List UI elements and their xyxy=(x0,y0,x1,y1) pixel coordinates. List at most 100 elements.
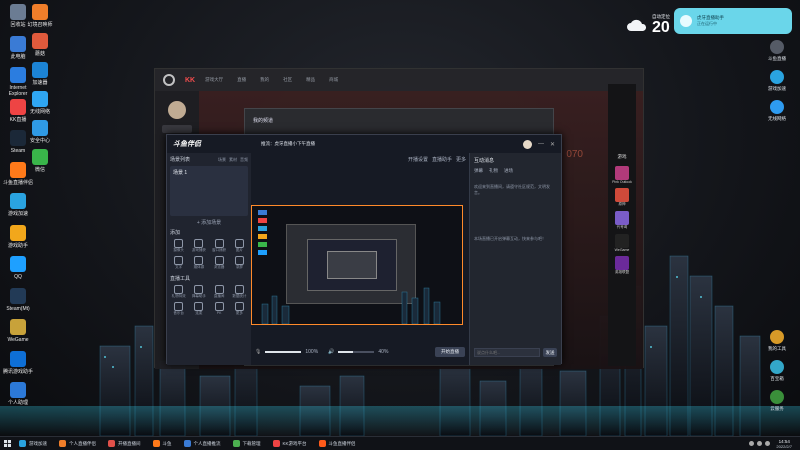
grid-tool[interactable]: 礼物特效 xyxy=(170,285,187,299)
dock-item[interactable]: 百宝箱 xyxy=(762,360,792,382)
desktop-icon[interactable]: 腾讯游戏助手 xyxy=(0,350,36,375)
desktop-icon-label: WeGame xyxy=(7,337,29,343)
desktop-icon-label: Steam(Mt) xyxy=(6,305,30,312)
action-more[interactable]: 更多 xyxy=(456,156,466,163)
desktop-icon[interactable]: 游戏助手 xyxy=(0,224,36,249)
grid-tool[interactable]: 音乐台 xyxy=(170,302,187,316)
taskbar-item[interactable]: 个人直播推流 xyxy=(179,438,226,450)
system-volume-slider[interactable] xyxy=(338,351,375,353)
desktop-icon[interactable]: 幻境召唤师 xyxy=(22,4,58,28)
desktop-icon[interactable]: 个人助理 xyxy=(0,382,36,406)
start-button[interactable] xyxy=(0,438,14,450)
mic-volume-slider[interactable] xyxy=(265,351,302,353)
desktop-icon-label: 个人助理 xyxy=(7,400,28,406)
clock[interactable]: 14:54 2022/2/7 xyxy=(776,439,792,449)
mic-icon[interactable]: 🎙 xyxy=(255,349,261,355)
desktop-icon[interactable]: 微信 xyxy=(22,149,58,173)
taskbar-item[interactable]: 下载管理 xyxy=(228,438,266,450)
grid-tool[interactable]: 图片 xyxy=(231,239,248,253)
desktop-icon-label: 加速器 xyxy=(32,80,48,86)
live-left-panel: 场景列表 场景 素材 音频 场景 1 + 添加场景 添加 摄像头 游戏捕获 窗口捕获 图片… xyxy=(167,153,251,365)
desktop-icon[interactable]: 加速器 xyxy=(22,62,58,86)
grid-tool[interactable]: 直播间 xyxy=(211,285,228,299)
clock-time: 14:54 xyxy=(778,438,790,444)
minimize-icon[interactable]: — xyxy=(538,141,544,147)
close-icon[interactable]: ✕ xyxy=(550,141,555,148)
desktop-icon[interactable]: 安全中心 xyxy=(22,120,58,144)
desktop: 回收站 此电脑 Internet Explorer KK直播 Steam 斗鱼直播伴侣 游戏… xyxy=(0,0,800,450)
taskbar-item[interactable]: 斗鱼直播伴侣 xyxy=(314,438,361,450)
speaker-icon[interactable]: 🔊 xyxy=(328,349,334,355)
taskbar-item[interactable]: 个人直播伴侣 xyxy=(54,438,101,450)
app-icon xyxy=(32,33,48,49)
start-live-button[interactable]: 开始直播 xyxy=(435,347,465,357)
dock-item[interactable]: 无线网络 xyxy=(762,100,792,122)
desktop-icon[interactable]: QQ xyxy=(0,256,36,280)
platform-tab[interactable]: 商城 xyxy=(329,77,338,83)
scene-tab[interactable]: 素材 xyxy=(229,157,237,163)
scene-tab[interactable]: 音频 xyxy=(240,157,248,163)
tool-icon xyxy=(214,239,224,248)
desktop-icon-label: QQ xyxy=(14,274,22,280)
taskbar-item[interactable]: 开播直播间 xyxy=(103,438,146,450)
desktop-icon[interactable]: 游戏加速 xyxy=(0,193,36,217)
grid-tool[interactable]: 游戏捕获 xyxy=(190,239,207,253)
sidebar-button[interactable] xyxy=(162,125,192,133)
grid-tool[interactable]: 弹幕助手 xyxy=(190,285,207,299)
tool-icon xyxy=(194,256,204,265)
side-game-item[interactable]: 代号鸢 xyxy=(608,211,636,230)
platform-tab[interactable]: 精品 xyxy=(306,77,315,83)
app-icon xyxy=(32,149,48,165)
side-game-item[interactable]: Pink Outlook xyxy=(608,166,636,184)
interaction-tab[interactable]: 礼物 xyxy=(489,168,498,174)
grid-tool[interactable]: 摄像头 xyxy=(170,239,187,253)
tool-label: 媒体源 xyxy=(193,265,205,269)
desktop-icon[interactable]: 无线网络 xyxy=(22,91,58,115)
grid-tool[interactable]: 连麦 xyxy=(190,302,207,316)
grid-tool[interactable]: 数据统计 xyxy=(231,285,248,299)
live-streaming-window: 斗鱼伴侣 推流：虎牙直播小下午直播 — ✕ 场景列表 场景 素材 音频 场景 1 +… xyxy=(166,134,562,365)
interaction-tab[interactable]: 弹幕 xyxy=(474,168,483,174)
tray-icons[interactable] xyxy=(749,441,771,446)
side-game-item[interactable]: 英雄联盟 xyxy=(608,256,636,275)
grid-tool[interactable]: 文字 xyxy=(170,256,187,270)
taskbar-item[interactable]: 斗鱼 xyxy=(148,438,177,450)
game-name: WeGame xyxy=(614,248,630,252)
dock-item[interactable]: 斗鱼直播 xyxy=(762,40,792,62)
dock-item[interactable]: 游戏加速 xyxy=(762,70,792,92)
desktop-icon[interactable]: 蘑菇 xyxy=(22,33,58,57)
dock-item[interactable]: 我的工具 xyxy=(762,330,792,352)
action-assistant[interactable]: 直播助手 xyxy=(432,156,452,163)
user-avatar[interactable] xyxy=(168,101,186,119)
app-icon xyxy=(10,193,26,209)
grid-tool[interactable]: PK xyxy=(211,302,228,316)
platform-tab[interactable]: 游戏大厅 xyxy=(205,77,223,83)
scene-list: 场景 1 xyxy=(170,166,248,216)
streamer-avatar[interactable] xyxy=(522,139,532,149)
platform-tab[interactable]: 我的 xyxy=(260,77,269,83)
grid-tool[interactable]: 录屏 xyxy=(231,256,248,270)
action-settings[interactable]: 开播设置 xyxy=(408,156,428,163)
add-scene-button[interactable]: + 添加场景 xyxy=(170,219,248,226)
scene-tab[interactable]: 场景 xyxy=(218,157,226,163)
grid-tool[interactable]: 浏览器 xyxy=(211,256,228,270)
interaction-tab[interactable]: 进场 xyxy=(504,168,513,174)
taskbar-item[interactable]: KK游戏平台 xyxy=(268,438,312,450)
platform-tab[interactable]: 社区 xyxy=(283,77,292,83)
tool-icon xyxy=(234,285,244,294)
platform-tab[interactable]: 直播 xyxy=(237,77,246,83)
side-game-item[interactable]: WeGame xyxy=(608,234,636,252)
grid-tool[interactable]: 窗口捕获 xyxy=(211,239,228,253)
side-game-item[interactable]: 原神 xyxy=(608,188,636,207)
grid-tool[interactable]: 更多 xyxy=(231,302,248,316)
notification-toast[interactable]: 虎牙直播助手 正在运行中 xyxy=(674,8,792,34)
desktop-icon[interactable]: Steam(Mt) xyxy=(0,287,36,312)
dock-item[interactable]: 云服务 xyxy=(762,390,792,412)
grid-tool[interactable]: 媒体源 xyxy=(190,256,207,270)
desktop-icon[interactable]: WeGame xyxy=(0,319,36,343)
chat-input[interactable] xyxy=(474,348,540,357)
taskbar-item[interactable]: 游戏加速 xyxy=(14,438,52,450)
send-button[interactable]: 发送 xyxy=(543,348,557,357)
scene-item[interactable]: 场景 1 xyxy=(173,169,245,176)
clock-date: 2022/2/7 xyxy=(776,443,792,449)
